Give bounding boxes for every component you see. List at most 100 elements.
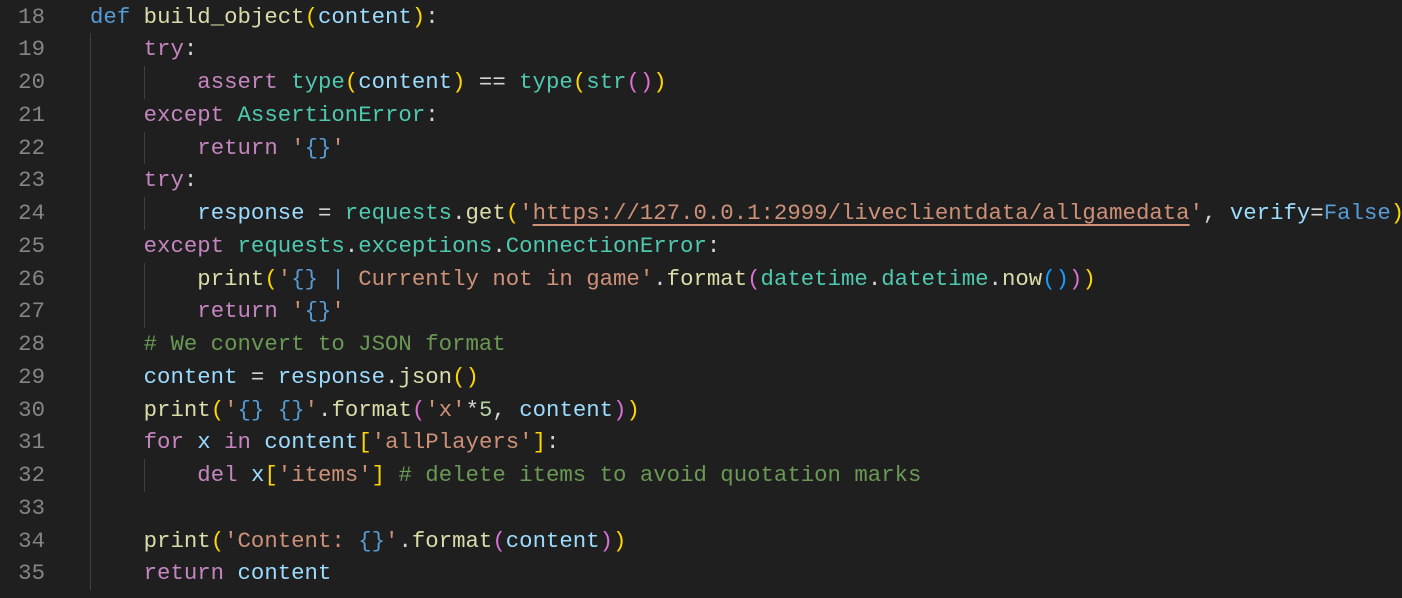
code-token: .	[398, 527, 412, 554]
code-token: return	[197, 298, 278, 325]
code-text: print('{} {}'.format('x'*5, content))	[90, 394, 640, 427]
code-token: (	[264, 265, 278, 292]
code-token: .	[867, 265, 882, 292]
code-editor[interactable]: 18 def build_object(content): 19 try: 20 as…	[0, 1, 1402, 590]
code-line[interactable]: 33	[0, 491, 1402, 525]
code-token: .	[318, 396, 332, 423]
code-token: del	[197, 462, 238, 488]
code-token: requests	[344, 200, 453, 226]
code-token: |	[331, 265, 345, 292]
code-line[interactable]: 21 except AssertionError:	[0, 98, 1402, 132]
line-number: 24	[18, 200, 45, 226]
code-token: content	[317, 3, 412, 30]
code-token: print	[197, 265, 265, 292]
code-token: x	[197, 429, 211, 456]
code-token: (	[747, 265, 761, 292]
code-token: =	[1310, 200, 1324, 226]
code-token: try	[143, 167, 184, 194]
code-token: )	[1082, 265, 1096, 292]
code-token: content	[143, 363, 238, 390]
code-token: )	[639, 69, 654, 95]
code-text: def build_object(content):	[90, 1, 439, 34]
code-token: )	[452, 69, 466, 95]
code-token: datetime	[881, 265, 989, 292]
code-text: return '{}'	[90, 132, 345, 165]
code-text: # We convert to JSON format	[90, 328, 506, 361]
code-token: https://127.0.0.1:2999/liveclientdata/al…	[532, 200, 1190, 226]
code-token: 'Content:	[224, 527, 359, 554]
line-number: 32	[18, 462, 45, 488]
code-line[interactable]: 29 content = response.json()	[0, 360, 1402, 394]
line-number: 34	[18, 527, 45, 554]
code-line[interactable]: 20 assert type(content) == type(str())	[0, 66, 1402, 99]
code-token: '	[291, 298, 305, 325]
code-token: response	[277, 363, 386, 390]
code-token: '	[331, 134, 345, 161]
code-token: .	[344, 232, 359, 259]
code-line[interactable]: 35 return content	[0, 557, 1402, 590]
line-number: 22	[18, 134, 45, 161]
code-line[interactable]: 31 for x in content['allPlayers']:	[0, 426, 1402, 459]
code-line[interactable]: 24 response = requests.get('https://127.…	[0, 197, 1402, 230]
code-token: '	[304, 396, 319, 423]
code-token: (	[411, 396, 426, 423]
code-token: '	[277, 265, 292, 292]
code-line[interactable]: 32 del x['items'] # delete items to avoi…	[0, 459, 1402, 492]
code-line[interactable]: 28 # We convert to JSON format	[0, 328, 1402, 361]
code-token: get	[465, 200, 506, 226]
code-line[interactable]: 30 print('{} {}'.format('x'*5, content))	[0, 393, 1402, 427]
code-token: )	[613, 527, 627, 554]
code-token: return	[197, 134, 278, 161]
code-token: (	[344, 69, 359, 95]
code-token: .	[385, 363, 399, 390]
code-token: )	[465, 363, 479, 390]
code-token: [	[358, 429, 372, 456]
code-token: (	[572, 69, 587, 95]
code-token: except	[143, 101, 225, 128]
code-token: .	[653, 265, 667, 292]
code-line[interactable]: 23 try:	[0, 164, 1402, 197]
code-token: format	[331, 396, 412, 423]
code-line[interactable]: 22 return '{}'	[0, 131, 1402, 165]
code-line[interactable]: 18 def build_object(content):	[0, 1, 1402, 34]
code-token: x	[250, 462, 265, 488]
code-token: exceptions	[358, 232, 493, 259]
code-token: :	[546, 429, 560, 456]
code-text: response = requests.get('https://127.0.0…	[90, 197, 1402, 230]
code-line[interactable]: 19 try:	[0, 33, 1402, 66]
code-token: :	[706, 232, 721, 259]
code-text: content = response.json()	[90, 361, 479, 394]
code-token: try	[143, 36, 184, 63]
code-token: '	[291, 134, 305, 161]
code-line[interactable]: 27 return '{}'	[0, 295, 1402, 328]
code-line[interactable]: 34 print('Content: {}'.format(content))	[0, 524, 1402, 558]
code-token: (	[505, 200, 520, 226]
code-token: *	[465, 396, 479, 423]
code-line[interactable]: 25 except requests.exceptions.Connection…	[0, 229, 1402, 263]
code-token: def	[90, 3, 131, 30]
code-token: ,	[492, 396, 520, 423]
code-token: (	[626, 69, 640, 95]
code-token: =	[237, 363, 278, 390]
code-line[interactable]: 26 print('{} | Currently not in game'.fo…	[0, 262, 1402, 296]
code-token: ConnectionError	[505, 232, 707, 259]
code-token: format	[666, 265, 748, 292]
code-token: {}	[304, 298, 332, 325]
code-text: return '{}'	[90, 295, 345, 328]
